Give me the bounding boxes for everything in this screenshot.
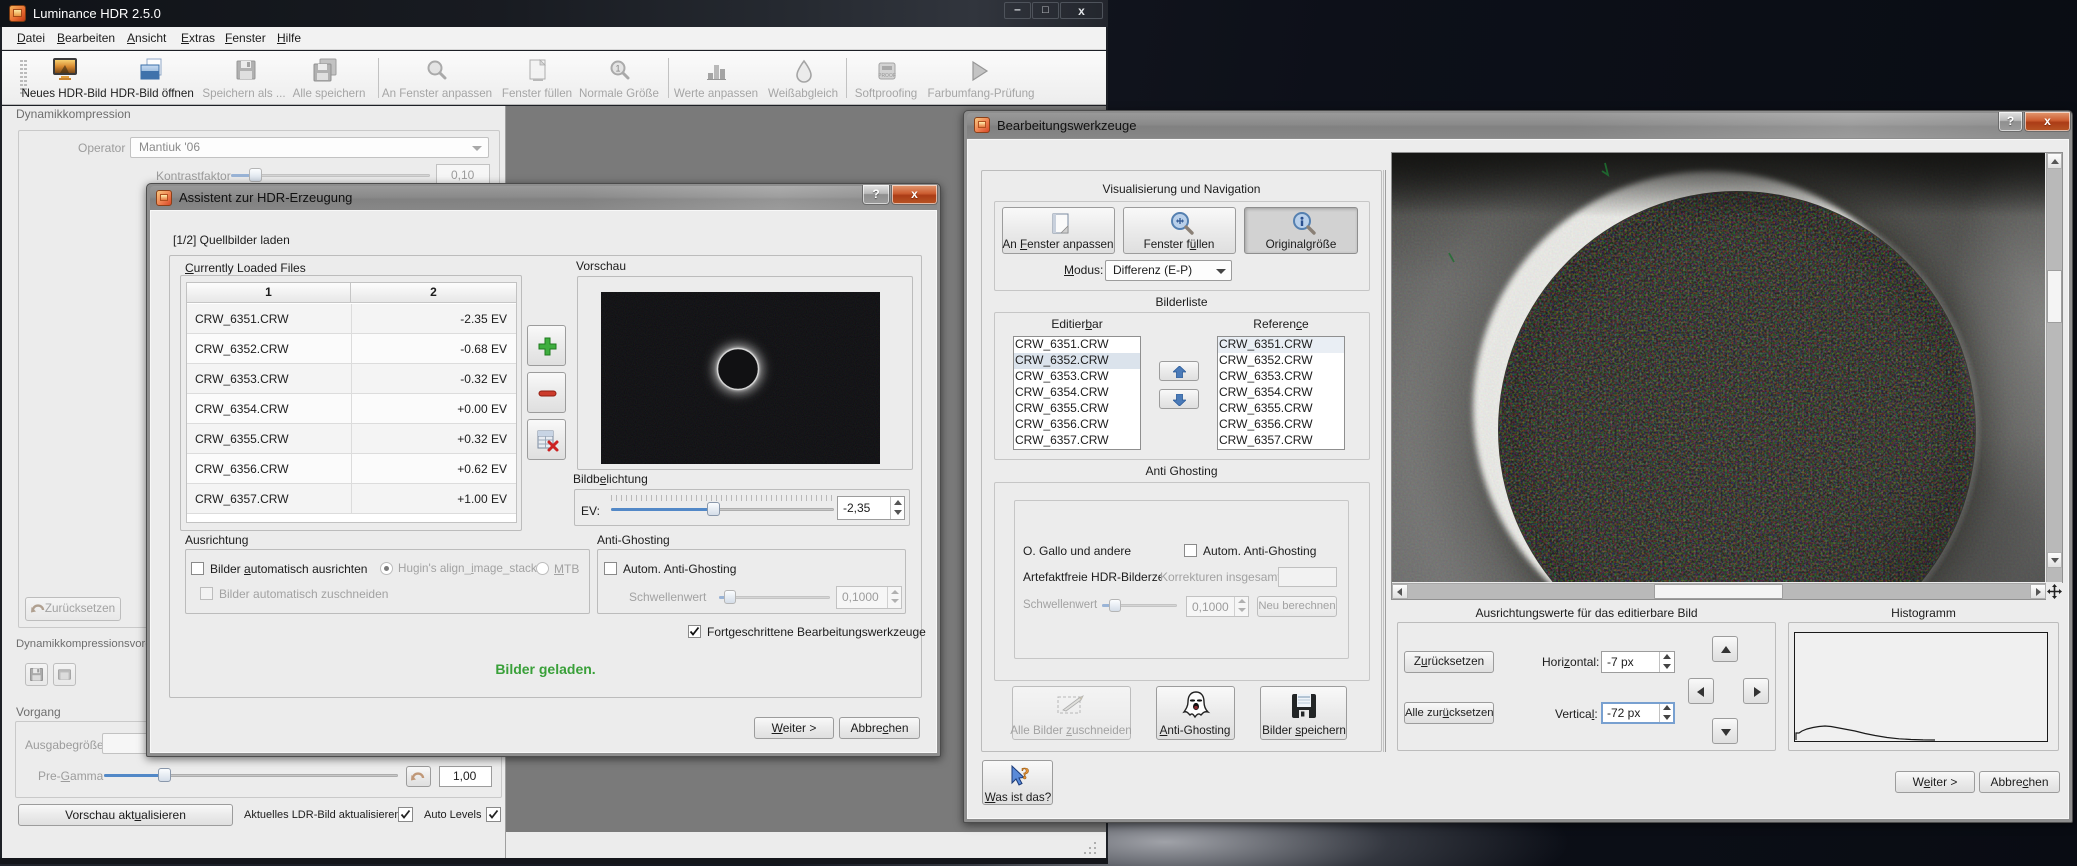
- svg-text:1: 1: [615, 64, 620, 74]
- svg-text:?: ?: [1021, 764, 1030, 783]
- svg-text:PROOF: PROOF: [878, 73, 896, 79]
